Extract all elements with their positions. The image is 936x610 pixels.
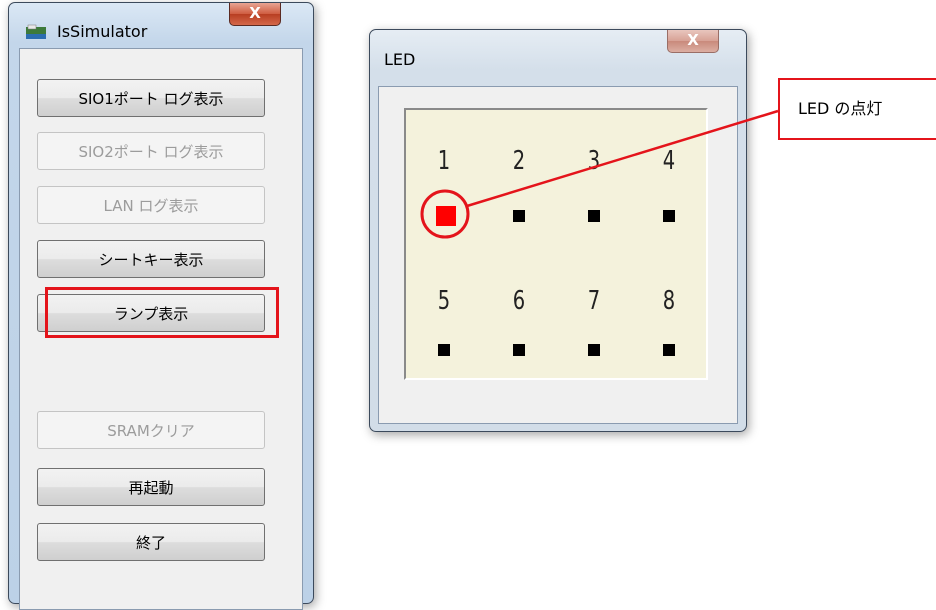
simulator-client-area: SIO1ポート ログ表示 SIO2ポート ログ表示 LAN ログ表示 シートキー… <box>19 48 303 610</box>
led-label-3: 3 <box>587 146 601 176</box>
led-label-8: 8 <box>662 286 676 316</box>
led-label-4: 4 <box>662 146 676 176</box>
sheet-key-button[interactable]: シートキー表示 <box>37 240 265 278</box>
led-label-6: 6 <box>512 286 526 316</box>
led-3 <box>588 210 600 222</box>
window-title: IsSimulator <box>57 22 148 41</box>
sio2-log-button[interactable]: SIO2ポート ログ表示 <box>37 132 265 170</box>
led-label-2: 2 <box>512 146 526 176</box>
led-2 <box>513 210 525 222</box>
led-label-7: 7 <box>587 286 601 316</box>
app-icon <box>25 24 47 40</box>
led-window: LED X 1 2 3 4 5 6 7 8 <box>369 29 747 432</box>
led-label-1: 1 <box>437 146 451 176</box>
led-6 <box>513 344 525 356</box>
led-8 <box>663 344 675 356</box>
issimulator-window: IsSimulator X SIO1ポート ログ表示 SIO2ポート ログ表示 … <box>8 2 314 610</box>
lamp-button-highlight <box>45 287 279 338</box>
led-panel: 1 2 3 4 5 6 7 8 <box>404 108 708 380</box>
close-button[interactable]: X <box>229 3 281 26</box>
close-icon: X <box>687 31 699 49</box>
led-5 <box>438 344 450 356</box>
led-window-title: LED <box>384 50 416 69</box>
close-icon: X <box>249 4 261 22</box>
exit-button[interactable]: 終了 <box>37 523 265 561</box>
sio1-log-button[interactable]: SIO1ポート ログ表示 <box>37 79 265 117</box>
led-label-5: 5 <box>437 286 451 316</box>
led-4 <box>663 210 675 222</box>
led-callout: LED の点灯 <box>778 78 936 140</box>
led-close-button[interactable]: X <box>667 30 719 53</box>
led-1-lit <box>436 206 456 226</box>
sram-clear-button[interactable]: SRAMクリア <box>37 411 265 449</box>
lan-log-button[interactable]: LAN ログ表示 <box>37 186 265 224</box>
led-7 <box>588 344 600 356</box>
restart-button[interactable]: 再起動 <box>37 468 265 506</box>
